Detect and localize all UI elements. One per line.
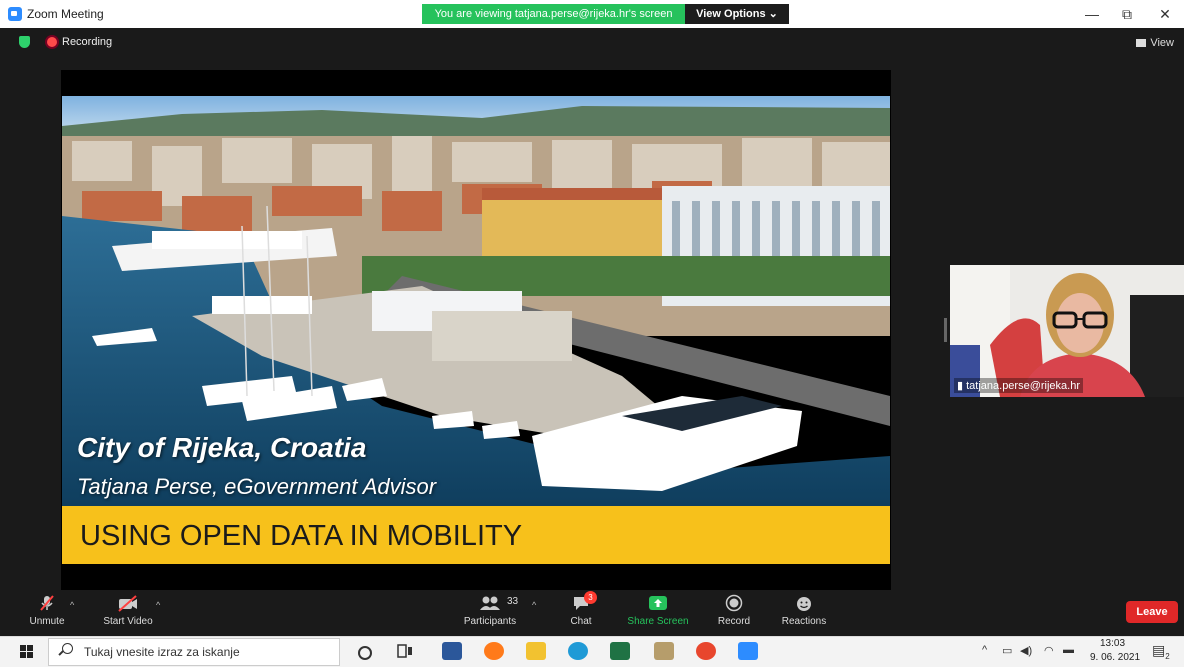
notes-app-icon[interactable] — [654, 642, 674, 660]
windows-start-icon[interactable] — [20, 645, 34, 659]
zoom-taskbar-icon[interactable] — [738, 642, 758, 660]
slide-banner-text: USING OPEN DATA IN MOBILITY — [80, 520, 523, 552]
word-icon[interactable] — [442, 642, 462, 660]
share-screen-label: Share Screen — [627, 616, 689, 627]
unmute-label: Unmute — [29, 616, 65, 627]
recording-icon — [47, 37, 57, 47]
record-label: Record — [717, 616, 751, 627]
resize-handle[interactable] — [944, 318, 947, 342]
close-button[interactable]: ✕ — [1150, 4, 1180, 24]
video-options-caret[interactable]: ^ — [156, 600, 160, 610]
reactions-label: Reactions — [781, 616, 827, 627]
share-screen-button[interactable]: Share Screen — [623, 594, 693, 627]
view-button[interactable]: View — [1136, 37, 1174, 49]
participants-icon-wrap: 33 — [465, 594, 519, 612]
leave-button[interactable]: Leave — [1126, 601, 1178, 623]
start-video-button[interactable]: Start Video — [98, 594, 158, 627]
participants-count: 33 — [507, 596, 519, 607]
file-explorer-icon[interactable] — [526, 642, 546, 660]
share-screen-icon — [649, 596, 667, 610]
audio-options-caret[interactable]: ^ — [70, 600, 74, 610]
tray-chevron-icon[interactable]: ^ — [982, 644, 987, 656]
participants-label: Participants — [463, 616, 517, 627]
view-options-button[interactable]: View Options ⌄ — [685, 4, 789, 24]
video-off-icon — [118, 595, 137, 612]
reactions-button[interactable]: Reactions — [778, 594, 830, 627]
chat-badge: 3 — [584, 591, 597, 604]
search-icon — [62, 643, 73, 654]
clock-date[interactable]: 9. 06. 2021 — [1090, 652, 1140, 663]
zoom-app-icon — [8, 7, 22, 21]
edge-icon[interactable] — [568, 642, 588, 660]
participant-name-text: tatjana.perse@rijeka.hr — [966, 380, 1080, 392]
screen-share-banner: You are viewing tatjana.perse@rijeka.hr'… — [422, 4, 685, 24]
participant-video[interactable]: ▮ tatjana.perse@rijeka.hr — [950, 265, 1184, 397]
wifi-icon[interactable]: ◠ — [1044, 644, 1054, 657]
participants-options-caret[interactable]: ^ — [532, 600, 536, 610]
browser-app-icon[interactable] — [696, 642, 716, 660]
cortana-icon[interactable] — [358, 646, 372, 660]
minimize-button[interactable]: — — [1077, 4, 1107, 24]
unmute-button[interactable]: Unmute — [22, 594, 72, 627]
slide-banner: USING OPEN DATA IN MOBILITY — [62, 506, 890, 564]
clock-time[interactable]: 13:03 — [1100, 638, 1125, 649]
participants-icon — [480, 596, 500, 610]
chevron-down-icon: ⌄ — [768, 8, 778, 20]
excel-icon[interactable] — [610, 642, 630, 660]
volume-icon[interactable]: ◀) — [1020, 644, 1032, 657]
view-options-label: View Options — [696, 8, 766, 20]
record-icon — [725, 594, 743, 612]
signal-icon: ▮ — [957, 380, 967, 392]
window-title: Zoom Meeting — [27, 7, 104, 21]
slide-title: City of Rijeka, Croatia — [77, 432, 367, 463]
chat-label: Chat — [570, 616, 592, 627]
reactions-icon — [797, 597, 811, 611]
view-label: View — [1150, 37, 1174, 49]
firefox-icon[interactable] — [484, 642, 504, 660]
tray-device-icon[interactable]: ▭ — [1002, 644, 1012, 657]
taskbar-search-placeholder[interactable]: Tukaj vnesite izraz za iskanje — [84, 645, 240, 659]
notifications-count: 2 — [1165, 651, 1170, 661]
participant-name: ▮ tatjana.perse@rijeka.hr — [954, 378, 1083, 393]
slide-subtitle: Tatjana Perse, eGovernment Advisor — [77, 474, 437, 499]
presentation-slide: City of Rijeka, Croatia Tatjana Perse, e… — [62, 96, 890, 564]
start-video-label: Start Video — [103, 616, 153, 627]
record-button[interactable]: Record — [714, 594, 754, 627]
microphone-muted-icon — [40, 595, 54, 611]
recording-label: Recording — [62, 36, 113, 48]
participants-button[interactable]: 33 Participants — [460, 594, 520, 627]
grid-view-icon — [1136, 39, 1147, 47]
security-shield-icon[interactable] — [19, 36, 30, 48]
meeting-top-strip — [0, 28, 1184, 58]
battery-icon[interactable]: ▬ — [1063, 644, 1074, 656]
restore-button[interactable]: ⧉ — [1112, 4, 1142, 24]
notifications-icon[interactable]: ▤2 — [1152, 642, 1170, 661]
task-view-icon[interactable] — [396, 642, 416, 660]
